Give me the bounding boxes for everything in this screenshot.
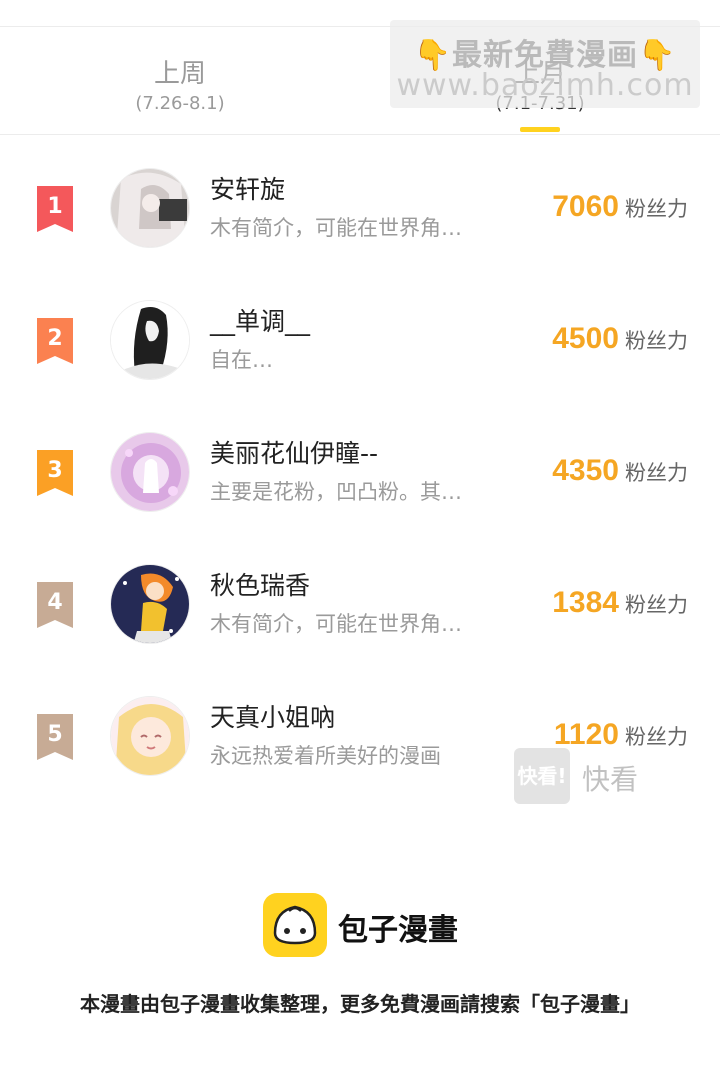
user-bio: 永远热爱着所美好的漫画 — [210, 744, 441, 768]
tab-last-week[interactable]: 上周 (7.26-8.1) — [0, 27, 360, 135]
rank-number: 5 — [47, 722, 63, 747]
footer-note: 本漫畫由包子漫畫收集整理，更多免費漫画請搜索「包子漫畫」 — [80, 992, 640, 1016]
rank-badge: 1 — [35, 186, 75, 232]
score-unit: 粉丝力 — [625, 461, 688, 485]
user-bio: 主要是花粉，凹凸粉。其… — [210, 480, 462, 504]
brand-name: 包子漫畫 — [338, 913, 458, 948]
footer: 包子漫畫 本漫畫由包子漫畫收集整理，更多免費漫画請搜索「包子漫畫」 — [0, 860, 720, 1083]
ranking-row[interactable]: 3 美丽花仙伊瞳-- 主要是花粉，凹凸粉。其… 4350 粉丝力 — [0, 408, 720, 540]
rank-number: 1 — [47, 194, 63, 219]
score-unit: 粉丝力 — [625, 725, 688, 749]
fan-score: 7060 粉丝力 — [552, 190, 688, 224]
rank-number: 4 — [47, 590, 63, 615]
score-value: 7060 — [552, 190, 619, 223]
ranking-row[interactable]: 1 安轩旋 木有简介，可能在世界角… 7060 粉丝力 — [0, 144, 720, 276]
user-name: __单调__ — [210, 307, 311, 336]
user-name: 美丽花仙伊瞳-- — [210, 439, 379, 468]
baozi-logo-icon — [263, 893, 327, 957]
avatar[interactable] — [110, 564, 190, 644]
rank-badge: 4 — [35, 582, 75, 628]
kuaikan-watermark: 快看! 快看 — [514, 748, 664, 804]
score-unit: 粉丝力 — [625, 197, 688, 221]
rank-number: 2 — [47, 326, 63, 351]
score-value: 1120 — [553, 718, 619, 751]
active-tab-indicator — [520, 127, 560, 132]
kuaikan-text: 快看 — [582, 763, 639, 796]
ranking-row[interactable]: 2 __单调__ 自在… 4500 粉丝力 — [0, 276, 720, 408]
kuaikan-logo-icon: 快看! — [514, 748, 570, 804]
rank-number: 3 — [47, 458, 63, 483]
score-unit: 粉丝力 — [625, 329, 688, 353]
tab-range: (7.26-8.1) — [135, 93, 225, 114]
user-bio: 自在… — [210, 348, 273, 372]
avatar[interactable] — [110, 432, 190, 512]
fan-score: 4500 粉丝力 — [552, 322, 688, 356]
fan-score: 1384 粉丝力 — [552, 586, 688, 620]
avatar[interactable] — [110, 168, 190, 248]
tab-label: 上周 — [153, 59, 206, 89]
fan-score: 4350 粉丝力 — [552, 454, 688, 488]
fan-score: 1120 粉丝力 — [554, 718, 688, 752]
score-value: 4500 — [552, 322, 619, 355]
ranking-row[interactable]: 4 秋色瑞香 木有简介，可能在世界角… 1384 粉丝力 — [0, 540, 720, 672]
avatar[interactable] — [110, 696, 190, 776]
user-name: 安轩旋 — [210, 175, 286, 204]
score-value: 4350 — [552, 454, 619, 487]
user-bio: 木有简介，可能在世界角… — [210, 612, 462, 636]
user-bio: 木有简介，可能在世界角… — [210, 216, 462, 240]
site-watermark: 👇最新免費漫画👇 www.baozimh.com — [390, 20, 700, 108]
rank-badge: 2 — [35, 318, 75, 364]
score-unit: 粉丝力 — [625, 593, 688, 617]
rank-badge: 3 — [35, 450, 75, 496]
user-name: 秋色瑞香 — [210, 571, 311, 600]
watermark-url: www.baozimh.com — [396, 68, 694, 103]
avatar[interactable] — [110, 300, 190, 380]
score-value: 1384 — [552, 586, 619, 619]
user-name: 天真小姐吶 — [210, 703, 336, 732]
rank-badge: 5 — [35, 714, 75, 760]
